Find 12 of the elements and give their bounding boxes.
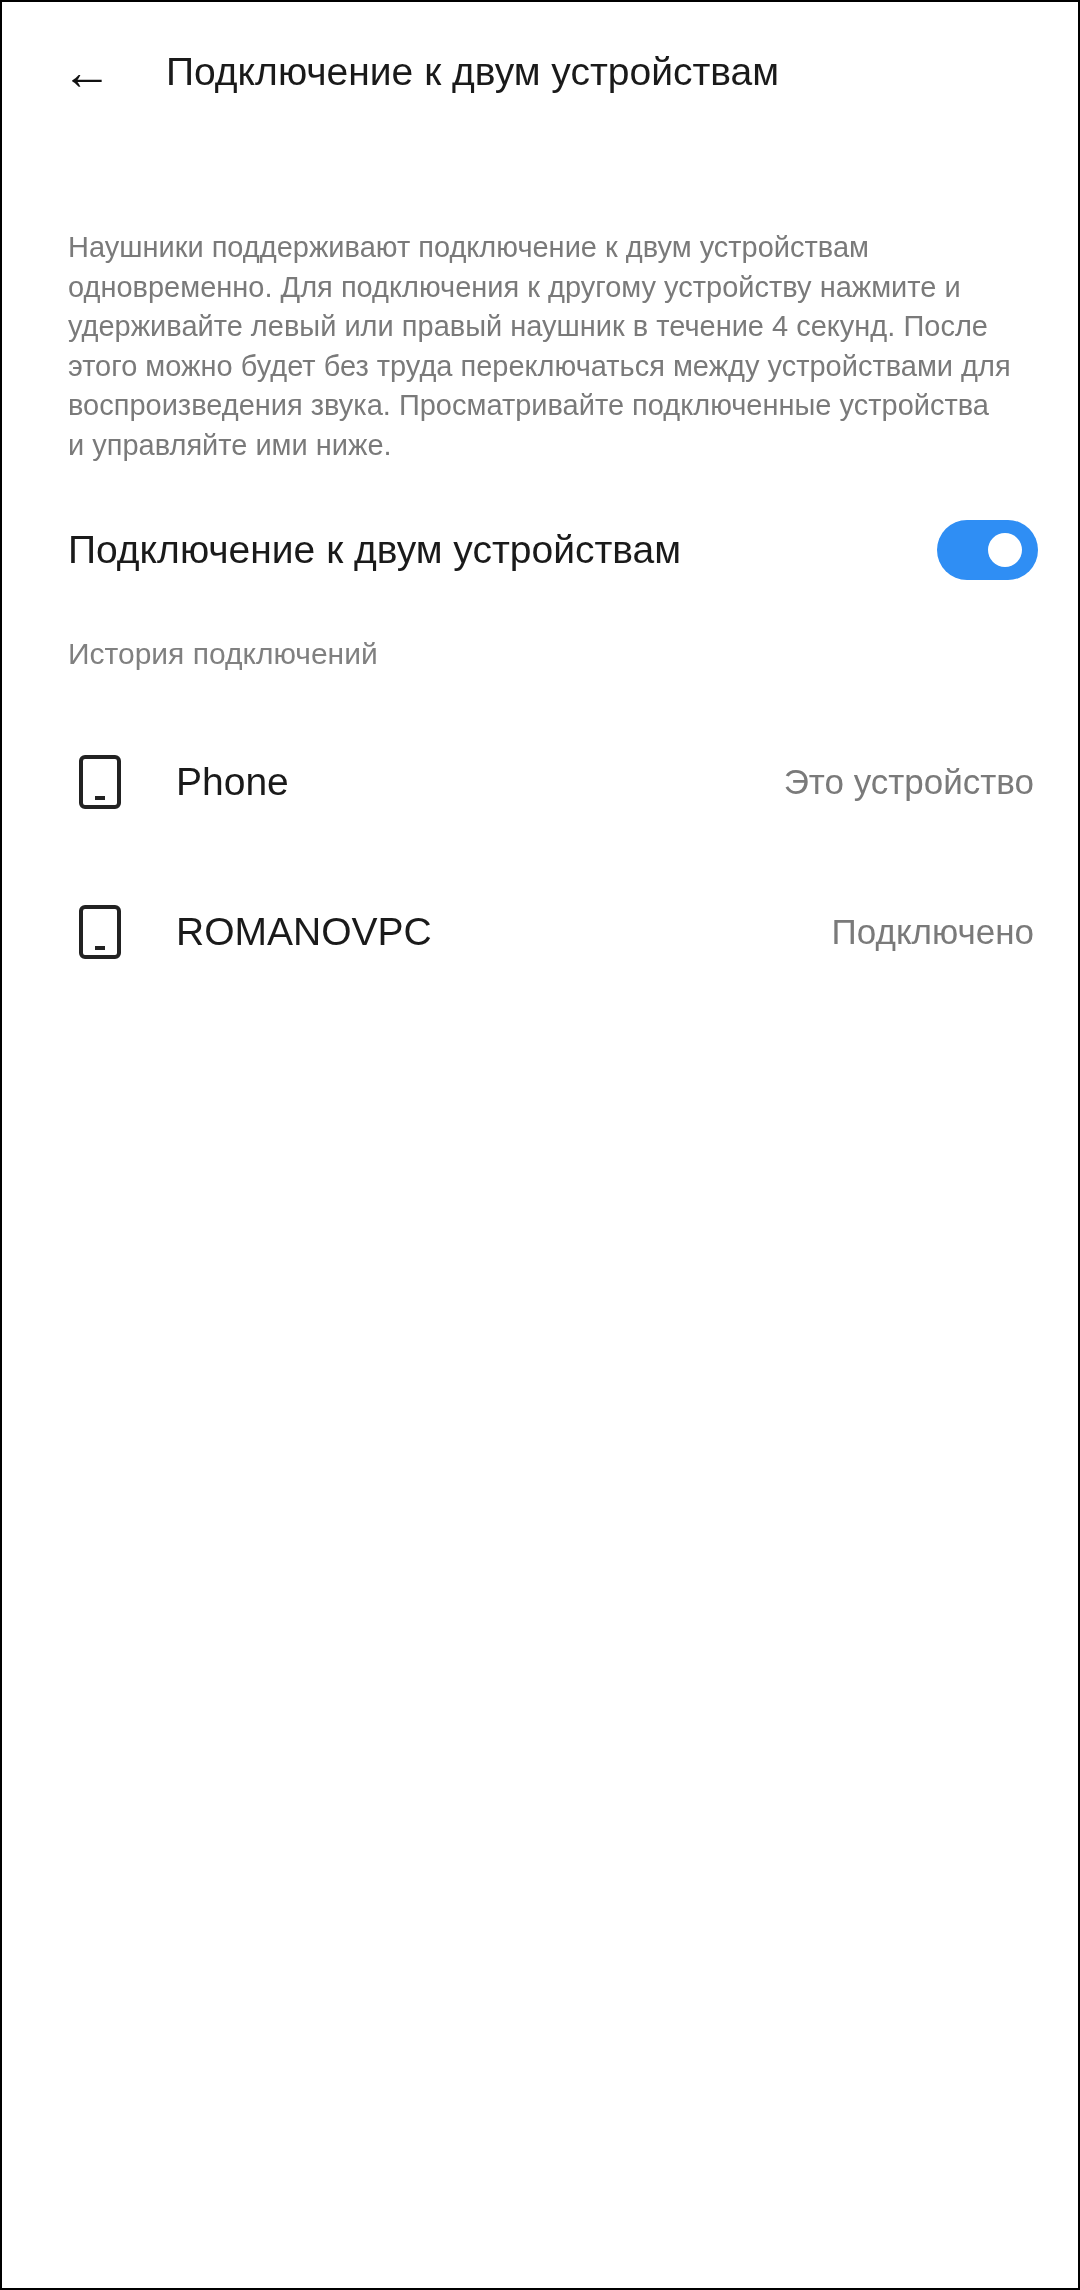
device-status: Подключено [831, 912, 1034, 952]
page-title: Подключение к двум устройствам [166, 50, 780, 94]
back-button[interactable]: ← [62, 47, 166, 97]
device-name[interactable]: Phone [176, 760, 784, 804]
description-text: Наушники поддерживают подключение к двум устройствам одновременно. Для подключения к другому устройству нажмите и удерживайте левый или правый наушник в течение 4 секунд. После этого можно будет без труда переключаться между устройствами для воспроизведения звука. Просматривайте подключенные устройства и управляйте ими ниже. [68, 230, 1012, 463]
section-title: История подключений [68, 637, 379, 671]
setting-label: Подключение к двум устройствам [68, 528, 682, 572]
device-status: Это устройство [783, 762, 1034, 802]
device-name[interactable]: ROMANOVPC [176, 910, 832, 954]
phone-icon [78, 904, 122, 960]
toggle-switch[interactable] [937, 520, 1038, 580]
phone-icon [78, 754, 122, 810]
